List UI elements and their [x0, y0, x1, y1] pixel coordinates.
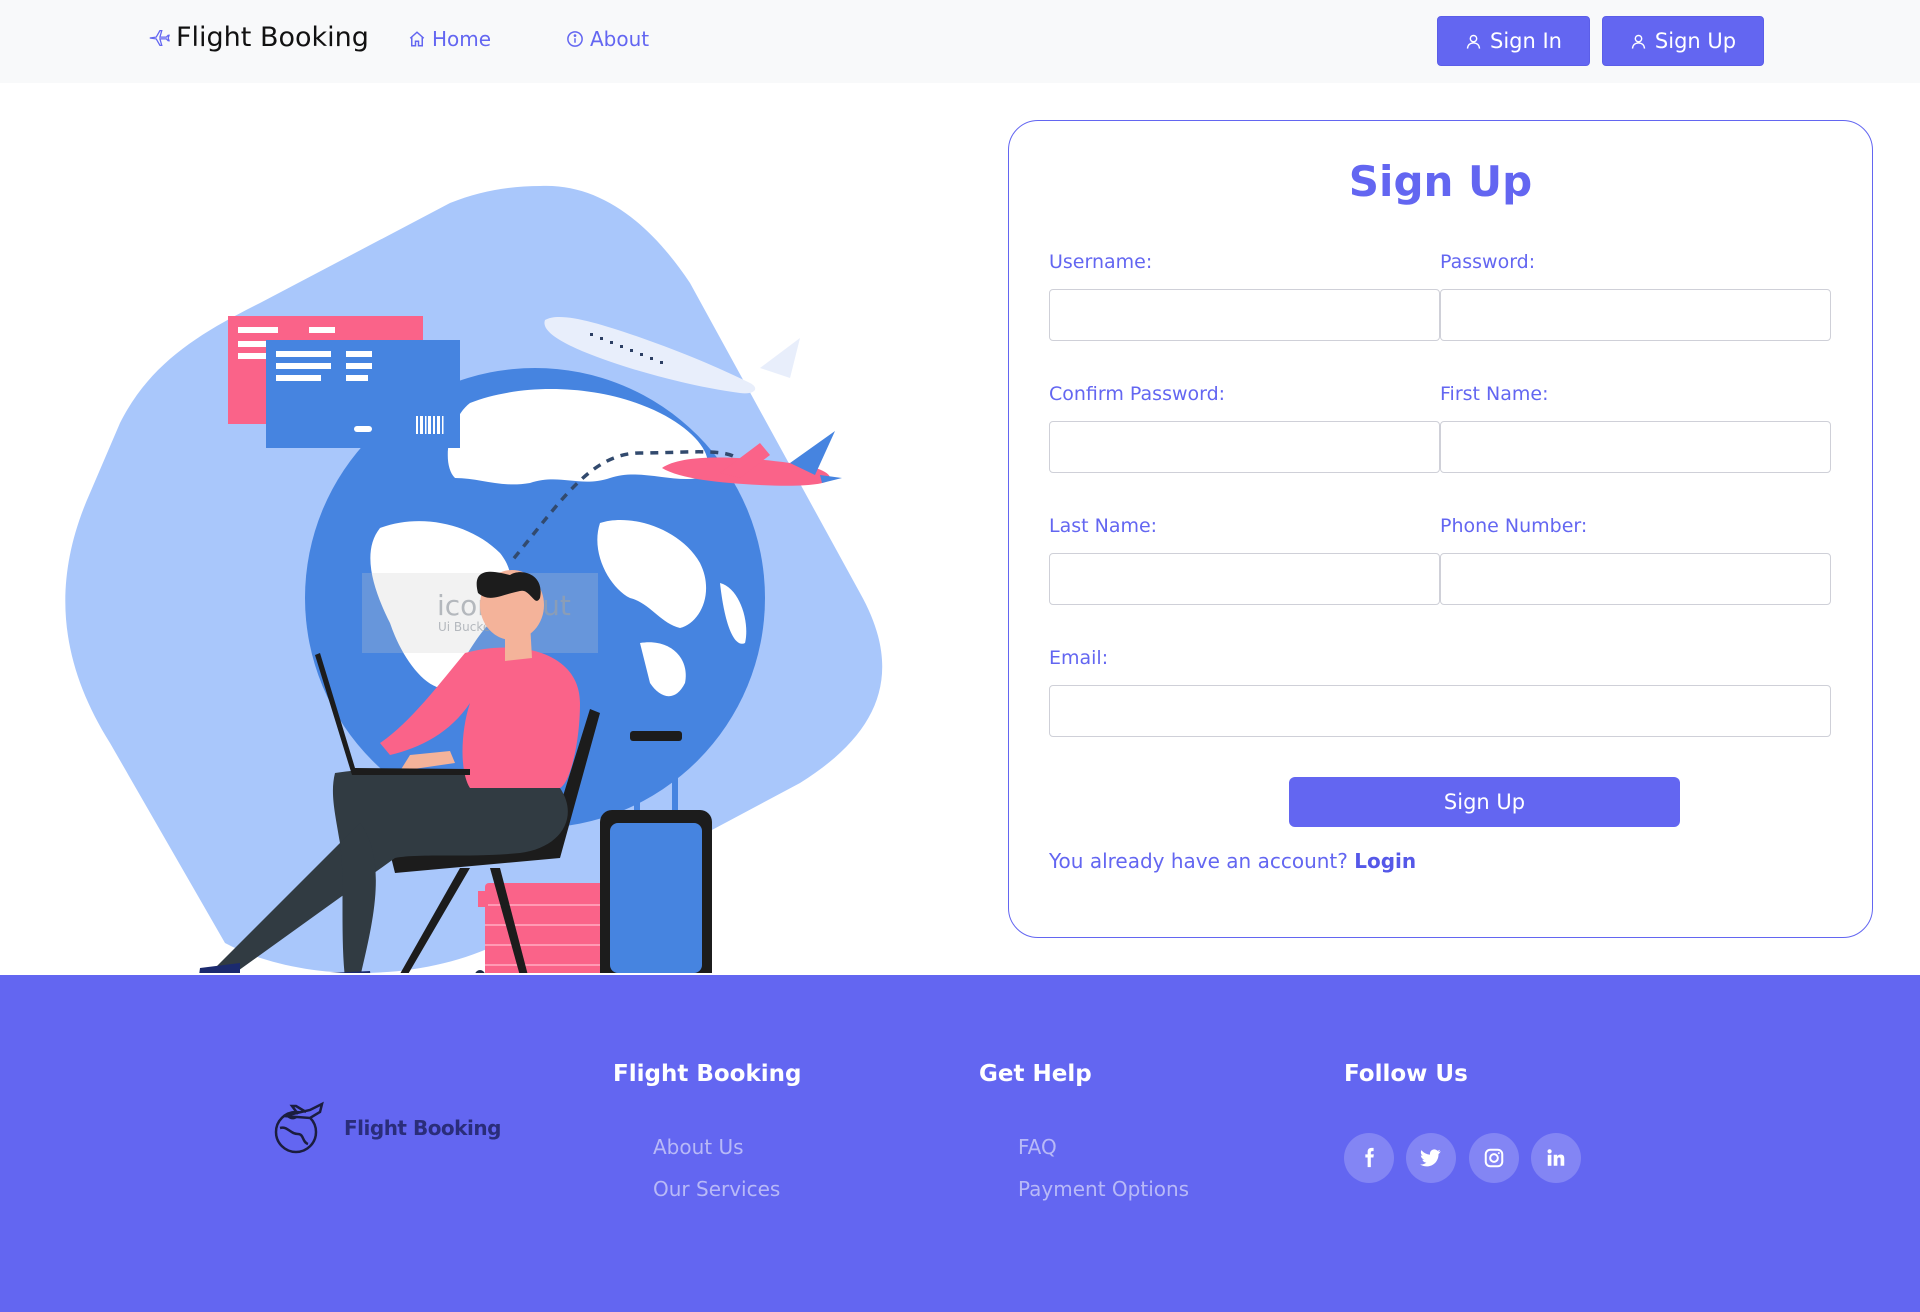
login-link[interactable]: Login	[1354, 849, 1416, 873]
travel-illustration: iconscout Ui Bucket	[65, 185, 883, 995]
password-input[interactable]	[1440, 289, 1831, 341]
footer-logo: Flight Booking	[270, 1100, 501, 1156]
brand-link[interactable]: Flight Booking	[148, 22, 369, 53]
footer-logo-text: Flight Booking	[344, 1116, 501, 1140]
hero-illustration: iconscout Ui Bucket	[0, 83, 1000, 995]
brand-text: Flight Booking	[176, 22, 369, 53]
footer-heading-follow-us: Follow Us	[1344, 1061, 1468, 1087]
footer-link-payment-options[interactable]: Payment Options	[1018, 1177, 1189, 1201]
sign-up-submit-button[interactable]: Sign Up	[1289, 777, 1680, 827]
linkedin-icon	[1547, 1149, 1565, 1166]
phone-number-label: Phone Number:	[1440, 515, 1588, 537]
footer-link-our-services[interactable]: Our Services	[653, 1177, 780, 1201]
sign-in-label: Sign In	[1490, 29, 1562, 53]
confirm-password-label: Confirm Password:	[1049, 383, 1226, 405]
first-name-input[interactable]	[1440, 421, 1831, 473]
sign-up-nav-label: Sign Up	[1654, 29, 1737, 53]
user-icon	[1466, 34, 1481, 49]
email-label: Email:	[1049, 647, 1109, 669]
globe-plane-icon	[274, 1101, 324, 1154]
have-account-text: You already have an account? Login	[1049, 849, 1416, 873]
signup-title: Sign Up	[1348, 157, 1533, 206]
instagram-icon	[1484, 1148, 1504, 1168]
social-instagram-button[interactable]	[1469, 1133, 1519, 1183]
footer: Flight Booking Flight Booking About Us O…	[0, 975, 1920, 1312]
footer-heading-get-help: Get Help	[979, 1061, 1092, 1087]
last-name-label: Last Name:	[1049, 515, 1158, 537]
footer-link-about-us[interactable]: About Us	[653, 1135, 744, 1159]
email-input[interactable]	[1049, 685, 1831, 737]
social-linkedin-button[interactable]	[1531, 1133, 1581, 1183]
have-account-prompt: You already have an account?	[1049, 849, 1348, 873]
navbar: Flight Booking Home About Sign In Sign U…	[0, 0, 1920, 83]
phone-number-input[interactable]	[1440, 553, 1831, 605]
airplane-icon	[149, 29, 170, 46]
confirm-password-input[interactable]	[1049, 421, 1440, 473]
last-name-input[interactable]	[1049, 553, 1440, 605]
sign-up-nav-button[interactable]: Sign Up	[1602, 16, 1764, 66]
user-icon	[1631, 34, 1646, 49]
facebook-icon	[1365, 1147, 1374, 1168]
footer-link-faq[interactable]: FAQ	[1018, 1135, 1057, 1159]
barcode	[416, 416, 444, 434]
nav-home-link[interactable]: Home	[408, 27, 491, 51]
password-label: Password:	[1440, 251, 1536, 273]
nav-home-label: Home	[432, 27, 492, 51]
nav-about-link[interactable]: About	[566, 27, 649, 51]
first-name-label: First Name:	[1440, 383, 1549, 405]
info-icon	[567, 31, 583, 47]
footer-heading-flight-booking: Flight Booking	[613, 1061, 802, 1087]
social-twitter-button[interactable]	[1406, 1133, 1456, 1183]
signup-card: Sign Up Username: Password: Confirm Pass…	[1008, 120, 1873, 938]
username-label: Username:	[1049, 251, 1153, 273]
nav-about-label: About	[590, 27, 650, 51]
twitter-icon	[1420, 1149, 1441, 1167]
home-icon	[409, 31, 425, 47]
social-facebook-button[interactable]	[1344, 1133, 1394, 1183]
username-input[interactable]	[1049, 289, 1440, 341]
sign-in-button[interactable]: Sign In	[1437, 16, 1590, 66]
